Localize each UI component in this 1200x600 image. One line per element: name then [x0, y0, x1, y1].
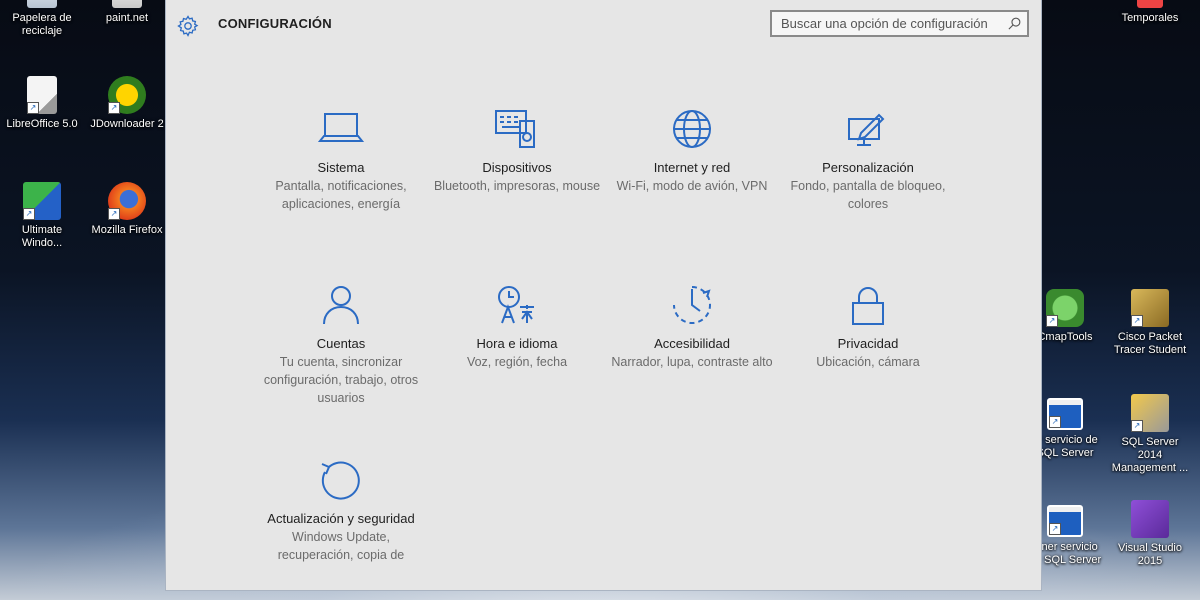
cmaptools-icon: ↗ — [1046, 289, 1084, 327]
shortcut-arrow-icon: ↗ — [27, 102, 39, 114]
desktop-icon-cisco-packet-tracer[interactable]: ↗ Cisco Packet Tracer Student — [1110, 289, 1190, 357]
shortcut-arrow-icon: ↗ — [108, 208, 120, 220]
desktop-icon-ultimate-windows[interactable]: ↗ Ultimate Windo... — [2, 182, 82, 250]
tile-sistema[interactable]: Sistema Pantalla, notificaciones, aplica… — [256, 109, 426, 213]
desktop-icon-label: Papelera de reciclaje — [12, 12, 72, 37]
desktop-icon-paintnet[interactable]: paint.net — [87, 0, 167, 25]
tile-title: Personalización — [822, 160, 914, 175]
tile-actualizacion-y-seguridad[interactable]: Actualización y seguridad Windows Update… — [256, 460, 426, 564]
tile-description: Voz, región, fecha — [466, 355, 568, 369]
firefox-icon: ↗ — [108, 182, 146, 220]
tile-privacidad[interactable]: Privacidad Ubicación, cámara — [783, 285, 953, 371]
paintnet-icon — [112, 0, 142, 8]
tile-title: Sistema — [317, 160, 365, 175]
tile-description: Ubicación, cámara — [816, 355, 920, 369]
tile-cuentas[interactable]: Cuentas Tu cuenta, sincronizar configura… — [256, 285, 426, 407]
desktop-icon-label: LibreOffice 5.0 — [6, 118, 78, 130]
desktop-icon-label: Cisco Packet Tracer Student — [1113, 331, 1187, 356]
sql-server-management-icon: ↗ — [1131, 394, 1169, 432]
ultimate-windows-icon: ↗ — [23, 182, 61, 220]
laptop-icon — [318, 113, 364, 142]
desktop-icon-libreoffice[interactable]: ↗ LibreOffice 5.0 — [2, 76, 82, 131]
tile-description: Windows Update, recuperación, copia de — [277, 530, 405, 562]
desktop-icon-label: Ultimate Windo... — [21, 224, 63, 249]
tile-title: Cuentas — [316, 336, 366, 351]
desktop-icon-label: paint.net — [105, 12, 149, 24]
search-icon[interactable] — [1007, 16, 1022, 31]
desktop-icon-label: Temporales — [1121, 12, 1179, 24]
desktop-icon-temporales[interactable]: Temporales — [1110, 0, 1190, 25]
shortcut-arrow-icon: ↗ — [23, 208, 35, 220]
tile-description: Tu cuenta, sincronizar configuración, tr… — [263, 355, 419, 405]
desktop-icon-label: SQL Server 2014 Management ... — [1111, 436, 1189, 474]
desktop-icon-firefox[interactable]: ↗ Mozilla Firefox — [87, 182, 167, 237]
person-icon — [323, 286, 359, 325]
tile-hora-e-idioma[interactable]: Hora e idioma Voz, región, fecha — [432, 285, 602, 371]
tile-title: Privacidad — [837, 336, 899, 351]
desktop-icon-jdownloader[interactable]: ↗ JDownloader 2 — [87, 76, 167, 131]
shortcut-arrow-icon: ↗ — [1049, 523, 1061, 535]
libreoffice-icon: ↗ — [27, 76, 57, 114]
visual-studio-icon — [1131, 500, 1169, 538]
tile-title: Dispositivos — [482, 160, 552, 175]
cisco-packet-tracer-icon: ↗ — [1131, 289, 1169, 327]
desktop-icon-label: Mozilla Firefox — [91, 224, 163, 236]
globe-icon — [673, 110, 711, 148]
lock-icon — [852, 287, 884, 325]
desktop-icon-label: JDownloader 2 — [90, 118, 164, 130]
jdownloader-icon: ↗ — [108, 76, 146, 114]
shortcut-arrow-icon: ↗ — [1131, 315, 1143, 327]
desktop-icon-recycle-bin[interactable]: Papelera de reciclaje — [2, 0, 82, 38]
desktop-icon-visual-studio[interactable]: Visual Studio 2015 — [1110, 500, 1190, 568]
update-icon — [321, 461, 360, 500]
recycle-bin-icon — [27, 0, 57, 8]
desktop-icon-sql-server-management[interactable]: ↗ SQL Server 2014 Management ... — [1110, 394, 1190, 475]
tile-dispositivos[interactable]: Dispositivos Bluetooth, impresoras, mous… — [432, 109, 602, 195]
tile-title: Accesibilidad — [654, 336, 730, 351]
search-box[interactable] — [770, 10, 1029, 37]
tile-personalizacion[interactable]: Personalización Fondo, pantalla de bloqu… — [783, 109, 953, 213]
gear-icon — [177, 15, 199, 37]
shortcut-arrow-icon: ↗ — [1131, 420, 1143, 432]
tile-description: Pantalla, notificaciones, aplicaciones, … — [275, 179, 407, 211]
sql-service-stop-icon: ↗ — [1047, 505, 1083, 537]
tile-description: Fondo, pantalla de bloqueo, colores — [790, 179, 946, 211]
folder-icon — [1137, 0, 1163, 8]
sql-service-start-icon: ↗ — [1047, 398, 1083, 430]
tile-title: Internet y red — [653, 160, 731, 175]
tile-description: Wi-Fi, modo de avión, VPN — [616, 179, 768, 193]
tile-description: Bluetooth, impresoras, mouse — [433, 179, 601, 193]
tile-accesibilidad[interactable]: Accesibilidad Narrador, lupa, contraste … — [607, 285, 777, 371]
devices-icon — [495, 110, 535, 148]
tile-internet-y-red[interactable]: Internet y red Wi-Fi, modo de avión, VPN — [607, 109, 777, 195]
time-language-icon — [498, 286, 534, 324]
tile-title: Hora e idioma — [476, 336, 558, 351]
search-input[interactable] — [772, 12, 1001, 35]
ease-of-access-icon — [673, 286, 711, 324]
tile-description: Narrador, lupa, contraste alto — [611, 355, 773, 369]
shortcut-arrow-icon: ↗ — [108, 102, 120, 114]
settings-window: CONFIGURACIÓN Sistema Pantalla, notifica… — [165, 0, 1042, 591]
page-title: CONFIGURACIÓN — [218, 16, 332, 31]
desktop-icon-label: Visual Studio 2015 — [1117, 542, 1182, 567]
window-header: CONFIGURACIÓN — [166, 1, 1041, 61]
paint-icon — [848, 113, 885, 146]
shortcut-arrow-icon: ↗ — [1049, 416, 1061, 428]
shortcut-arrow-icon: ↗ — [1046, 315, 1058, 327]
tile-title: Actualización y seguridad — [267, 511, 415, 526]
